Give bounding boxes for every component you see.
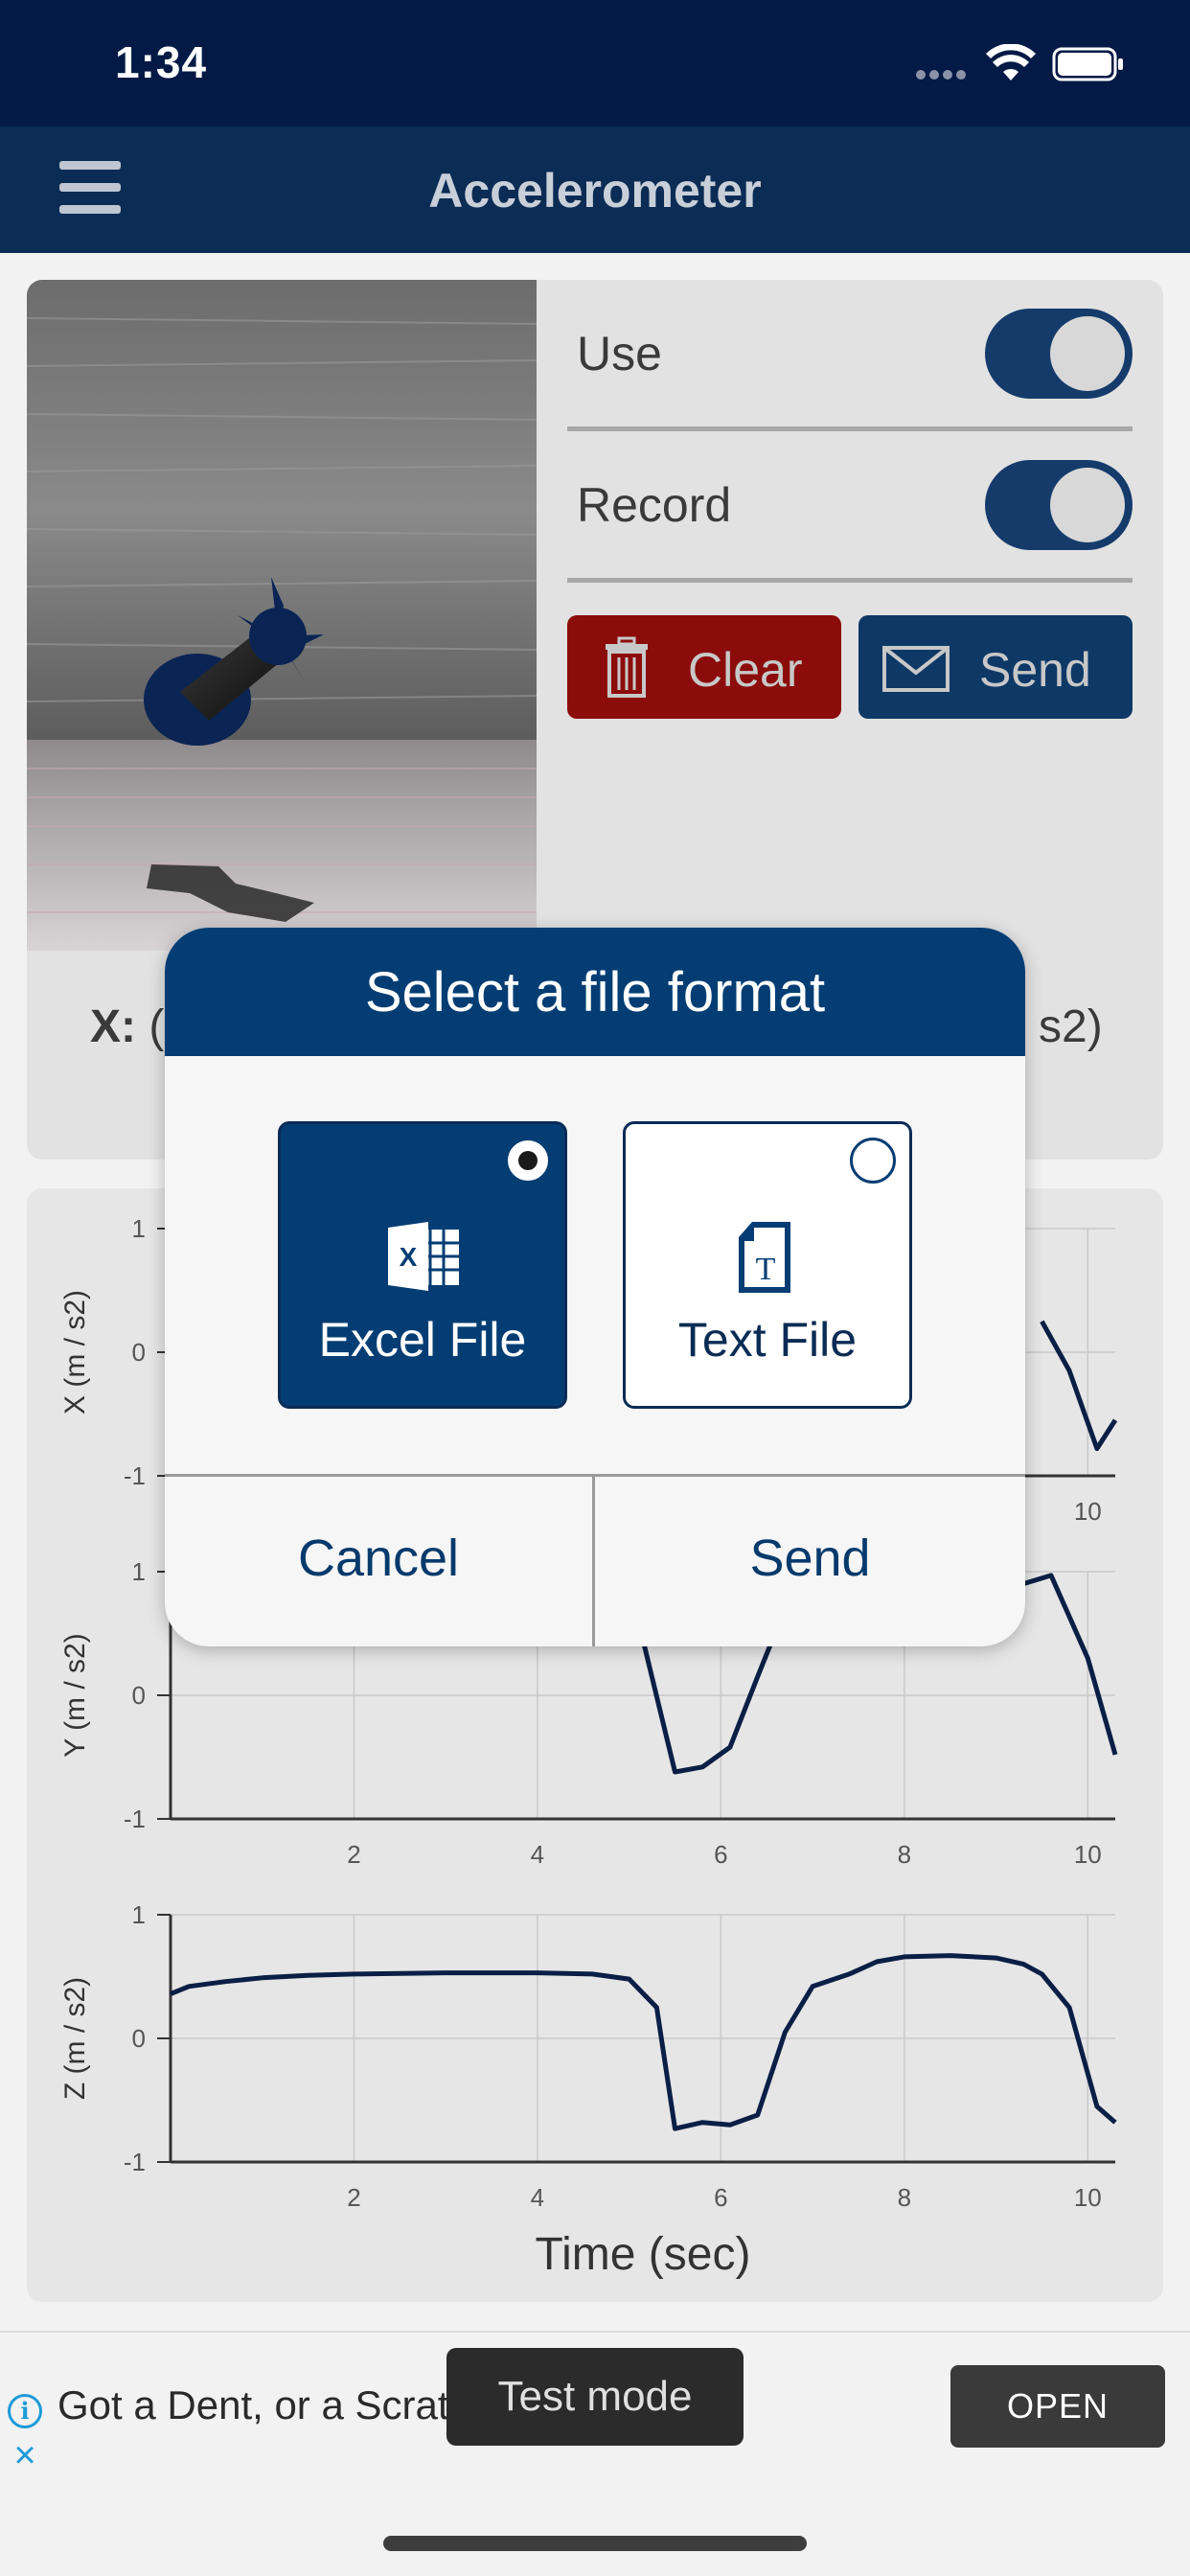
trash-icon [606,636,648,698]
x-readout: X: ( [90,1000,164,1053]
status-time: 1:34 [115,37,208,87]
clear-button[interactable]: Clear [567,615,841,719]
dialog-title: Select a file format [364,961,826,1024]
excel-file-option[interactable]: X Excel File [278,1121,567,1409]
test-mode-badge: Test mode [446,2348,744,2446]
ad-banner: i × Got a Dent, or a Scratch Test mode O… [0,2331,1190,2474]
y-axis-label: X (m / s2) [59,1290,91,1414]
x-tick-label: 2 [347,2183,360,2212]
status-bar: 1:34 [0,0,1190,126]
y-tick-label: 1 [132,1214,146,1243]
y-tick-label: -1 [124,1461,146,1490]
x-tick-label: 4 [531,1840,544,1869]
x-tick-label: 10 [1074,1840,1102,1869]
dialog-actions: Cancel Send [165,1474,1025,1646]
excel-radio[interactable] [505,1138,551,1184]
cancel-button[interactable]: Cancel [165,1477,595,1646]
svg-text:X: X [400,1242,418,1272]
x-tick-label: 2 [347,1840,360,1869]
x-tick-label: 4 [531,2183,544,2212]
record-toggle[interactable] [985,460,1133,550]
x-tick-label: 8 [898,2183,911,2212]
send-button[interactable]: Send [858,615,1133,719]
y-axis-label: Z (m / s2) [59,1977,91,2100]
home-indicator [383,2536,807,2551]
clear-button-label: Clear [688,643,803,697]
send-button-label: Send [979,643,1091,697]
wifi-icon [986,44,1036,80]
y-tick-label: 0 [132,1681,146,1710]
use-toggle[interactable] [985,309,1133,399]
x-tick-label: 6 [714,1840,727,1869]
dialog-header: Select a file format [165,928,1025,1056]
mail-icon [882,646,950,692]
page-title: Accelerometer [428,164,762,218]
x-axis-label: Time (sec) [536,2229,751,2280]
accelerometer-3d-view [27,280,537,951]
record-label: Record [577,478,732,532]
svg-text:T: T [756,1252,776,1287]
y-tick-label: 1 [132,1557,146,1586]
record-row: Record [567,431,1133,583]
ad-close-icon[interactable]: × [8,2436,42,2474]
x-tick-label: 10 [1074,2183,1102,2212]
y-tick-label: 1 [132,1900,146,1929]
x-tick-label: 10 [1074,1497,1102,1526]
x-readout-unit: s2) [1039,1001,1103,1052]
x-readout-prefix: X: [90,1001,136,1052]
excel-file-label: Excel File [318,1313,527,1367]
x-tick-label: 6 [714,2183,727,2212]
x-readout-open: ( [149,1001,165,1052]
text-file-option[interactable]: T Text File [623,1121,912,1409]
ad-text[interactable]: Got a Dent, or a Scratch [57,2382,460,2428]
y-tick-label: -1 [124,1805,146,1833]
y-axis-label: Y (m / s2) [59,1633,91,1757]
text-file-label: Text File [677,1313,858,1367]
y-tick-label: 0 [132,1338,146,1367]
series-line [170,1953,1117,2131]
text-radio[interactable] [850,1138,896,1184]
y-tick-label: 0 [132,2024,146,2053]
use-label: Use [577,327,662,380]
file-format-dialog: Select a file format X Excel File T Text… [165,928,1025,1646]
excel-icon: X [388,1222,459,1291]
text-file-icon: T [739,1222,790,1293]
cellular-signal-icon [916,67,970,80]
x-tick-label: 8 [898,1840,911,1869]
use-row: Use [567,280,1133,431]
ad-info-icon[interactable]: i [8,2394,42,2428]
dialog-send-button[interactable]: Send [595,1477,1025,1646]
series-line [1040,1320,1118,1452]
ad-open-button[interactable]: OPEN [950,2365,1165,2448]
nav-bar: Accelerometer [0,126,1190,253]
battery-icon [1052,47,1123,81]
y-tick-label: -1 [124,2148,146,2176]
